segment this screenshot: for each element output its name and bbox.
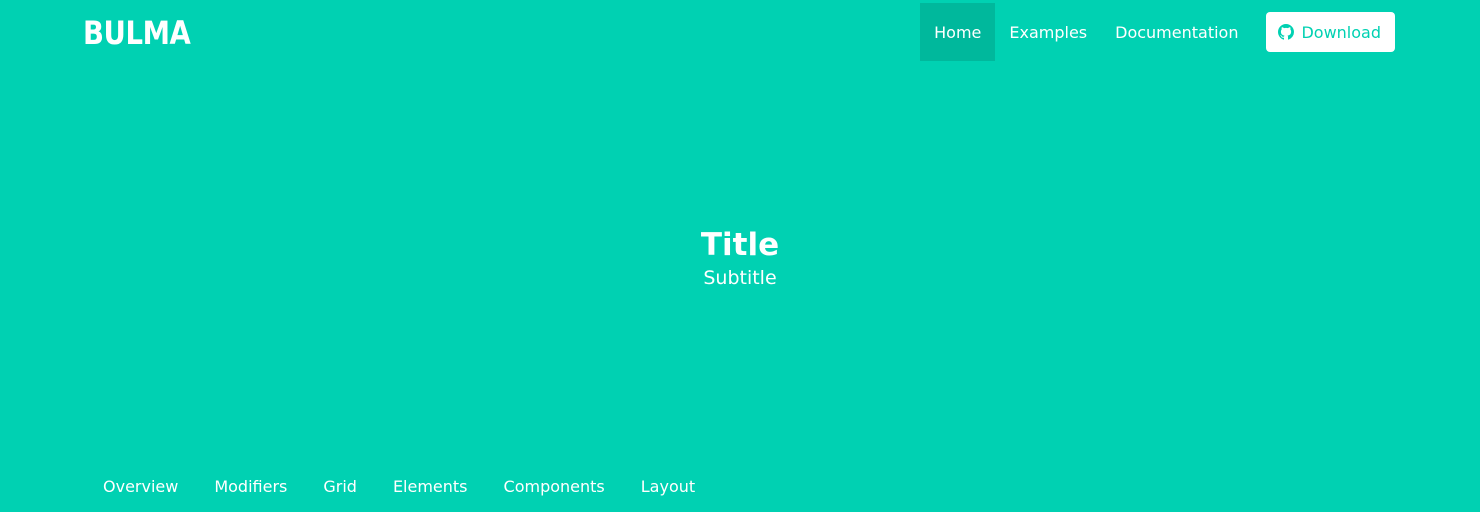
brand-link[interactable]: BULMA <box>83 13 208 53</box>
navbar: BULMA Home Examples Documentation Downlo… <box>0 3 1480 61</box>
tab-layout[interactable]: Layout <box>623 477 713 496</box>
nav-menu: Home Examples Documentation Download <box>920 3 1480 61</box>
hero-tabs: Overview Modifiers Grid Elements Compone… <box>85 466 713 506</box>
tab-components[interactable]: Components <box>486 477 623 496</box>
hero-title: Title <box>700 227 780 263</box>
tab-elements[interactable]: Elements <box>375 477 486 496</box>
bulma-logo: BULMA <box>83 14 191 52</box>
nav-item-home[interactable]: Home <box>920 3 996 61</box>
tab-modifiers[interactable]: Modifiers <box>196 477 305 496</box>
hero-section: BULMA Home Examples Documentation Downlo… <box>0 0 1480 512</box>
nav-download-wrapper: Download <box>1252 3 1480 61</box>
download-label: Download <box>1301 22 1381 42</box>
tab-overview[interactable]: Overview <box>85 477 196 496</box>
github-icon <box>1278 24 1295 40</box>
tab-grid[interactable]: Grid <box>305 477 375 496</box>
download-button[interactable]: Download <box>1266 12 1395 52</box>
hero-subtitle: Subtitle <box>703 267 777 289</box>
nav-item-examples[interactable]: Examples <box>995 3 1101 61</box>
nav-item-documentation[interactable]: Documentation <box>1101 3 1252 61</box>
hero-body: Title Subtitle <box>0 226 1480 290</box>
